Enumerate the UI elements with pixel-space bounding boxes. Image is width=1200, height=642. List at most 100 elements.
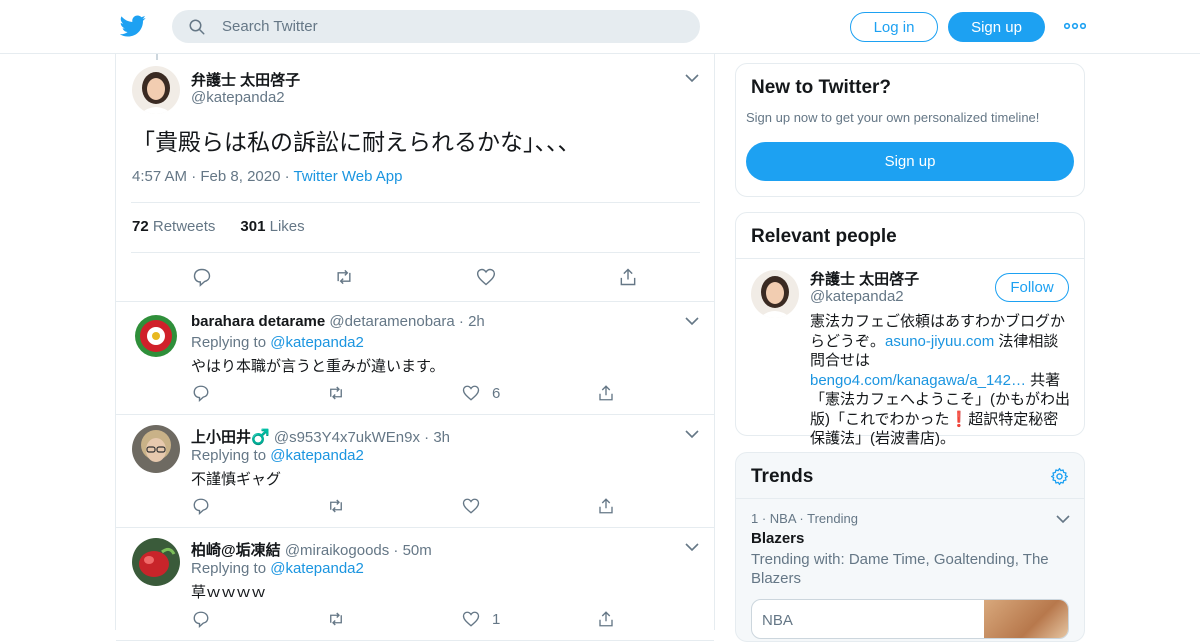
trends-card: Trends 1 · NBA · Trending Blazers Trendi… [735, 452, 1085, 642]
reply-tweet[interactable]: 上小田井♂️ @s953Y4x7ukWEn9x · 3h Replying to… [116, 415, 714, 528]
reply-author-handle: @s953Y4x7ukWEn9x [273, 429, 420, 446]
replying-to-link[interactable]: @katepanda2 [270, 334, 364, 351]
person-avatar[interactable] [751, 270, 799, 318]
reply-author[interactable]: 上小田井♂️ @s953Y4x7ukWEn9x · 3h [191, 426, 450, 447]
replying-to-link[interactable]: @katepanda2 [270, 560, 364, 577]
like-icon [462, 385, 480, 401]
retweet-icon[interactable] [326, 384, 346, 402]
relevant-people-title: Relevant people [751, 226, 897, 247]
replying-to-label: Replying to [191, 560, 267, 577]
like-icon[interactable] [476, 267, 496, 287]
tweet-source-link[interactable]: Twitter Web App [294, 168, 403, 185]
search-input[interactable] [222, 10, 682, 43]
replying-to: Replying to @katepanda2 [191, 560, 364, 577]
tweet-date[interactable]: Feb 8, 2020 [200, 168, 280, 185]
replying-to-label: Replying to [191, 334, 267, 351]
twitter-bird-icon[interactable] [120, 13, 146, 39]
share-icon[interactable] [597, 610, 615, 628]
bio-link[interactable]: bengo4.com/kanagawa/a_142… [810, 372, 1026, 389]
divider [736, 258, 1084, 259]
chevron-down-icon[interactable] [685, 429, 699, 439]
reply-icon[interactable] [192, 610, 210, 628]
chevron-down-icon[interactable] [685, 73, 699, 83]
replying-to: Replying to @katepanda2 [191, 334, 364, 351]
likes-count: 301 [240, 218, 266, 235]
news-thumbnail [984, 600, 1068, 638]
sidebar-signup-button[interactable]: Sign up [746, 142, 1074, 181]
replying-to: Replying to @katepanda2 [191, 447, 364, 464]
like-button[interactable]: 1 [462, 610, 500, 628]
author-handle[interactable]: @katepanda2 [191, 89, 285, 106]
reply-tweet[interactable]: 柏崎@垢凍結 @miraikogoods · 50m Replying to @… [116, 528, 714, 641]
like-button[interactable] [462, 497, 492, 515]
retweet-icon[interactable] [326, 610, 346, 628]
search-box[interactable] [172, 10, 700, 43]
trend-name[interactable]: Blazers [751, 530, 804, 547]
reply-author[interactable]: 柏崎@垢凍結 @miraikogoods · 50m [191, 539, 432, 560]
news-source: NBA [762, 612, 793, 629]
reply-text: やはり本職が言うと重みが違います。 [191, 358, 445, 375]
meta-separator: · [393, 542, 399, 559]
reply-author-handle: @detaramenobara [329, 313, 455, 330]
reply-author-name: 上小田井♂️ [191, 429, 270, 446]
author-name[interactable]: 弁護士 太田啓子 [191, 69, 300, 90]
share-icon[interactable] [597, 497, 615, 515]
reply-text: 草ｗｗｗｗ [191, 584, 267, 601]
tweet-stats: 72 Retweets 301 Likes [132, 218, 305, 235]
person-handle[interactable]: @katepanda2 [810, 288, 904, 305]
like-count: 1 [492, 610, 501, 628]
signup-card-text: Sign up now to get your own personalized… [746, 110, 1040, 125]
signup-card: New to Twitter? Sign up now to get your … [735, 63, 1085, 197]
share-icon[interactable] [618, 267, 638, 287]
like-count: 6 [492, 384, 501, 402]
reply-icon[interactable] [192, 267, 212, 287]
reply-icon[interactable] [192, 497, 210, 515]
tweet-detail-column: 弁護士 太田啓子 @katepanda2 「貴殿らは私の訴訟に耐えられるかな」、… [115, 54, 715, 641]
divider [131, 252, 700, 253]
trend-related: Trending with: Dame Time, Goaltending, T… [751, 551, 1049, 587]
follow-button[interactable]: Follow [995, 273, 1069, 302]
reply-time[interactable]: 2h [468, 313, 485, 330]
reply-avatar[interactable] [132, 425, 180, 473]
share-icon[interactable] [597, 384, 615, 402]
login-button[interactable]: Log in [850, 12, 938, 42]
reply-icon[interactable] [192, 384, 210, 402]
likes-stat[interactable]: 301 Likes [240, 218, 304, 235]
reply-avatar[interactable] [132, 312, 180, 360]
reply-time[interactable]: 50m [403, 542, 432, 559]
author-avatar[interactable] [132, 66, 180, 114]
reply-author-handle: @miraikogoods [284, 542, 390, 559]
relevant-people-card: Relevant people 弁護士 太田啓子 @katepanda2 Fol… [735, 212, 1085, 447]
more-icon[interactable] [1064, 19, 1086, 33]
tweet-time[interactable]: 4:57 AM [132, 168, 187, 185]
divider [131, 202, 700, 203]
reply-avatar[interactable] [132, 538, 180, 586]
meta-separator: · [424, 429, 430, 446]
gear-icon[interactable] [1050, 467, 1069, 486]
reply-text: 不謹慎ギャグ [191, 471, 282, 488]
chevron-down-icon[interactable] [685, 316, 699, 326]
retweets-stat[interactable]: 72 Retweets [132, 218, 215, 235]
person-name[interactable]: 弁護士 太田啓子 [810, 268, 919, 289]
retweet-icon[interactable] [334, 267, 354, 287]
reply-tweet[interactable]: barahara detarame @detaramenobara · 2h R… [116, 302, 714, 415]
replying-to-label: Replying to [191, 447, 267, 464]
replying-to-link[interactable]: @katepanda2 [270, 447, 364, 464]
retweet-icon[interactable] [326, 497, 346, 515]
meta-separator: · [191, 168, 201, 185]
like-button[interactable]: 6 [462, 384, 500, 402]
tweet-text: 「貴殿らは私の訴訟に耐えられるかな」、、、 [132, 129, 581, 155]
bio-link[interactable]: asuno-jiyuu.com [885, 333, 994, 350]
chevron-down-icon[interactable] [685, 542, 699, 552]
tweet-meta: 4:57 AM · Feb 8, 2020 · Twitter Web App [132, 168, 402, 185]
trend-category: NBA [769, 511, 796, 526]
thread-line [156, 54, 158, 60]
reply-time[interactable]: 3h [433, 429, 450, 446]
reply-author-name: 柏崎@垢凍結 [191, 542, 281, 559]
chevron-down-icon[interactable] [1056, 514, 1070, 524]
meta-separator: · [284, 168, 294, 185]
trend-news-card[interactable]: NBA [751, 599, 1069, 639]
reply-author[interactable]: barahara detarame @detaramenobara · 2h [191, 313, 485, 330]
signup-button[interactable]: Sign up [948, 12, 1045, 42]
exclamation-emoji: ❗ [949, 410, 969, 428]
